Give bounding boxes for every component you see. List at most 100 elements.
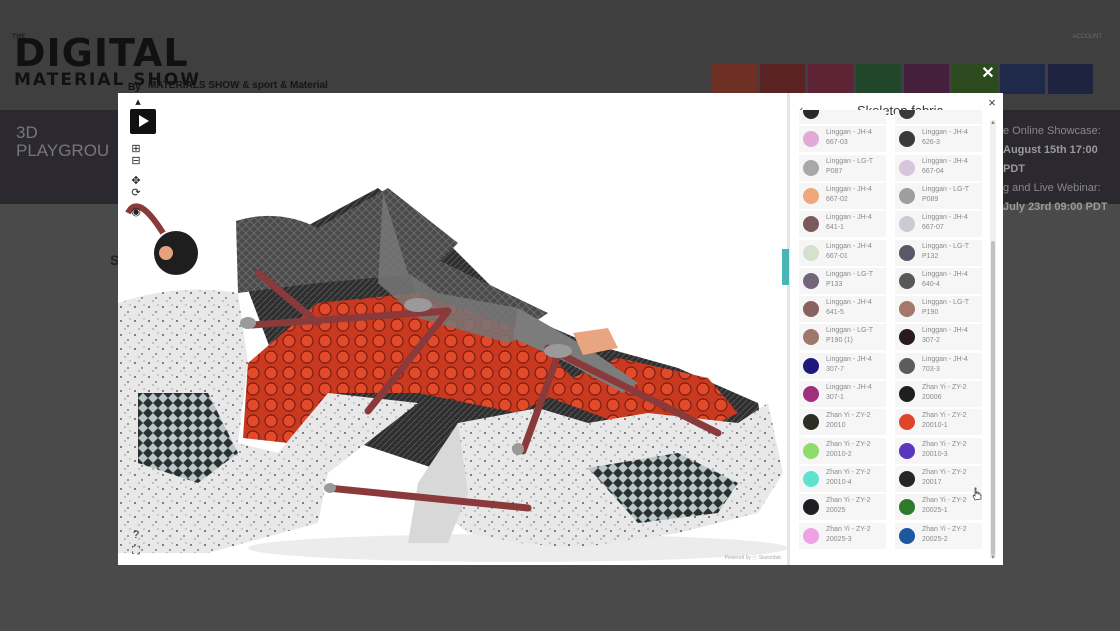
viewer-modal: ▴ ⊞ ⊟ ✥ ⟳ ◉ ? ⛶ Powered by ⓢ Sketchfab ‹… <box>118 93 1003 565</box>
swatch-label: Linggan - LG-T P087 <box>826 157 873 175</box>
fabric-swatch-item[interactable]: Zhan Yi - ZY-2 20010-3 <box>895 437 982 464</box>
fabric-swatch-item[interactable]: 626-8 <box>799 110 886 124</box>
fabric-swatch-item[interactable]: Linggan - LG-T P089 <box>895 182 982 209</box>
fabric-swatch-item[interactable]: Linggan - LG-T P132 <box>895 239 982 266</box>
color-swatch <box>803 216 819 233</box>
swatch-label: Linggan - JH-4 307-1 <box>826 384 872 401</box>
swatch-label: Linggan - LG-T P133 <box>826 270 873 288</box>
category-tile[interactable] <box>1000 64 1045 94</box>
panel-divider <box>787 93 790 565</box>
fabric-swatch-item[interactable]: Zhan Yi - ZY-2 20010-1 <box>895 409 982 436</box>
fabric-swatch-item[interactable]: 641-3 <box>895 110 982 124</box>
swatch-label: Zhan Yi - ZY-2 20025-3 <box>826 525 871 543</box>
panel-close-icon[interactable]: × <box>984 95 1000 111</box>
fabric-swatch-item[interactable]: Linggan - LG-T P087 <box>799 154 886 181</box>
category-tile[interactable] <box>1048 64 1093 94</box>
color-swatch <box>899 329 915 346</box>
fabric-swatch-item[interactable]: Linggan - JH-4 626-3 <box>895 126 982 153</box>
color-swatch <box>803 159 819 176</box>
chevron-up-icon[interactable]: ▴ <box>130 96 146 108</box>
fabric-swatch-item[interactable]: Zhan Yi - ZY-2 20006 <box>895 381 982 407</box>
by-label: By <box>128 82 141 93</box>
category-tile[interactable] <box>904 64 949 94</box>
powered-by-label[interactable]: Powered by ⓢ Sketchfab <box>725 554 781 561</box>
fabric-swatch-item[interactable]: Linggan - LG-T P190 <box>895 296 982 323</box>
swatch-label: Zhan Yi - ZY-2 20010-4 <box>826 468 871 486</box>
swatch-label: Zhan Yi - ZY-2 20010-2 <box>826 440 871 458</box>
fabric-swatch-item[interactable]: Zhan Yi - ZY-2 20025 <box>799 494 886 521</box>
help-icon[interactable]: ? <box>130 529 142 541</box>
category-tile[interactable] <box>712 64 757 94</box>
fabric-swatch-item[interactable]: Linggan - JH-4 307-7 <box>799 352 886 379</box>
color-swatch <box>803 527 819 544</box>
color-swatch <box>899 357 915 374</box>
color-swatch <box>803 499 819 516</box>
color-swatch <box>803 470 819 487</box>
pan-icon[interactable]: ✥ <box>130 175 142 187</box>
scrollbar-thumb[interactable] <box>991 241 995 555</box>
color-swatch <box>899 499 915 516</box>
fabric-swatch-item[interactable]: Zhan Yi - ZY-2 20025-3 <box>799 522 886 549</box>
category-tile[interactable] <box>856 64 901 94</box>
fabric-swatch-item[interactable]: Linggan - LG-T P190 (1) <box>799 324 886 351</box>
fabric-swatch-item[interactable]: Linggan - JH-4 641-5 <box>799 296 886 323</box>
color-swatch <box>899 187 915 204</box>
color-swatch <box>899 272 915 289</box>
swatch-label: Linggan - JH-4 641-5 <box>826 299 872 317</box>
3d-viewer[interactable]: ▴ ⊞ ⊟ ✥ ⟳ ◉ ? ⛶ Powered by ⓢ Sketchfab <box>118 93 787 565</box>
color-swatch <box>899 131 915 148</box>
panel-toggle-tab[interactable] <box>782 249 789 285</box>
fabric-swatch-item[interactable]: Linggan - JH-4 667-04 <box>895 154 982 181</box>
scroll-up-icon[interactable]: ▲ <box>990 120 996 127</box>
swatch-label: Zhan Yi - ZY-2 20010-3 <box>922 440 967 458</box>
fullscreen-icon[interactable]: ⛶ <box>130 545 142 557</box>
category-tile[interactable] <box>760 64 805 94</box>
fabric-swatch-item[interactable]: Zhan Yi - ZY-2 20010 <box>799 409 886 436</box>
hero-title-line-2: PLAYGROU <box>16 141 110 160</box>
swatch-label: Linggan - JH-4 667-07 <box>922 214 968 232</box>
scroll-down-icon[interactable]: ▼ <box>990 555 996 562</box>
swatch-label: Linggan - JH-4 667-04 <box>922 157 968 175</box>
fabric-swatch-item[interactable]: Linggan - JH-4 667-07 <box>895 211 982 238</box>
color-swatch <box>803 301 819 318</box>
fabric-swatch-item[interactable]: Zhan Yi - ZY-2 20010-2 <box>799 437 886 464</box>
hero-title: 3D PLAYGROU <box>16 124 109 160</box>
play-button[interactable] <box>130 109 156 134</box>
color-swatch <box>803 357 819 374</box>
hand-cursor-icon <box>972 487 982 501</box>
sneaker-model[interactable] <box>118 93 787 565</box>
swatch-label: Zhan Yi - ZY-2 20010 <box>826 412 871 430</box>
fabric-swatch-item[interactable]: Zhan Yi - ZY-2 20017 <box>895 465 982 492</box>
logo-line-1: DIGITAL <box>14 31 189 75</box>
fabric-swatch-item[interactable]: Linggan - JH-4 307-1 <box>799 381 886 407</box>
swatch-label: Zhan Yi - ZY-2 20017 <box>922 468 967 486</box>
color-swatch <box>803 329 819 346</box>
color-swatch <box>899 414 915 431</box>
rotate-icon[interactable]: ⟳ <box>130 187 142 199</box>
fabric-swatch-item[interactable]: Linggan - JH-4 667-02 <box>799 182 886 209</box>
fabric-swatch-item[interactable]: Linggan - JH-4 640-4 <box>895 267 982 294</box>
fabric-swatch-item[interactable]: Linggan - JH-4 703-3 <box>895 352 982 379</box>
fabric-swatch-item[interactable]: Zhan Yi - ZY-2 20025-1 <box>895 494 982 521</box>
account-link[interactable]: ACCOUNT <box>1072 34 1102 40</box>
eye-icon[interactable]: ◉ <box>130 206 142 218</box>
fabric-swatch-item[interactable]: Linggan - JH-4 641-1 <box>799 211 886 238</box>
fabric-swatch-item[interactable]: Linggan - JH-4 667-01 <box>799 239 886 266</box>
hero-schedule-line-4: July 23rd 09:00 PDT <box>1003 201 1108 213</box>
swatch-label: Zhan Yi - ZY-2 20025 <box>826 497 871 515</box>
fabric-swatch-item[interactable]: Linggan - JH-4 667-03 <box>799 126 886 153</box>
fabric-swatch-item[interactable]: Zhan Yi - ZY-2 20010-4 <box>799 465 886 492</box>
color-swatch <box>803 414 819 431</box>
zoom-in-icon[interactable]: ⊞ <box>130 143 142 155</box>
color-swatch <box>899 442 915 459</box>
color-swatch <box>803 272 819 289</box>
color-swatch <box>899 216 915 233</box>
category-tile[interactable] <box>808 64 853 94</box>
fabric-swatch-item[interactable]: Linggan - LG-T P133 <box>799 267 886 294</box>
fabric-swatch-item[interactable]: Linggan - JH-4 307-2 <box>895 324 982 351</box>
hero-schedule-line-1: e Online Showcase: <box>1003 125 1101 137</box>
hero-schedule: e Online Showcase: August 15th 17:00 PDT… <box>1003 122 1120 217</box>
fabric-swatch-item[interactable]: Zhan Yi - ZY-2 20025-2 <box>895 522 982 549</box>
modal-close-button[interactable]: ✕ <box>979 64 997 84</box>
zoom-out-icon[interactable]: ⊟ <box>130 155 142 167</box>
